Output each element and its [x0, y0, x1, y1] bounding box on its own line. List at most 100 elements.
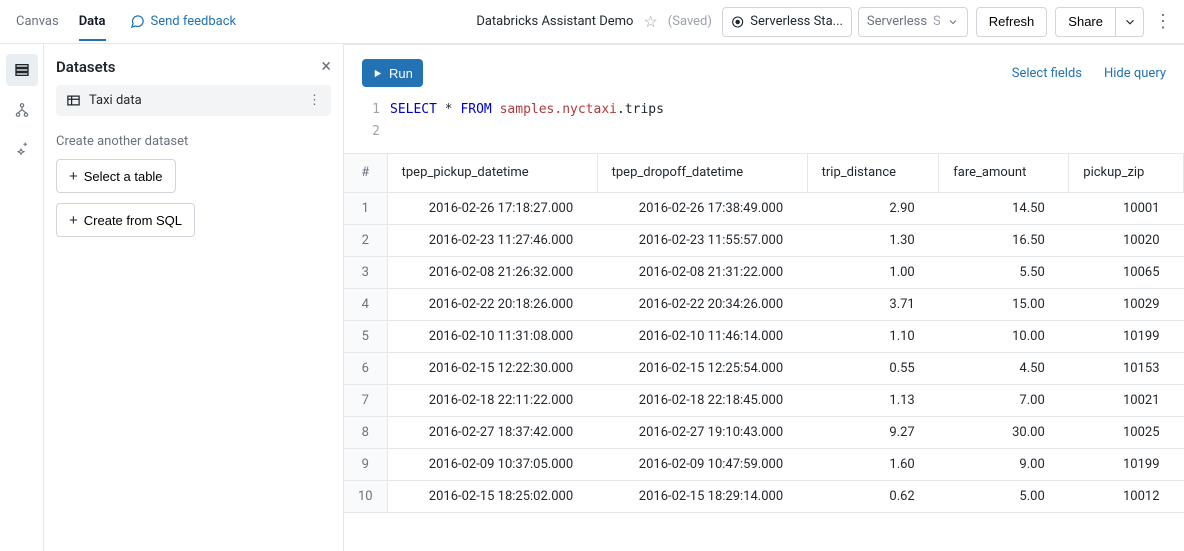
- cell-distance: 1.30: [807, 224, 939, 256]
- line-number: 2: [362, 121, 380, 143]
- refresh-button[interactable]: Refresh: [976, 7, 1048, 37]
- content-area: Run Select fields Hide query 1 2 SELECT …: [344, 44, 1184, 551]
- cell-dropoff: 2016-02-15 18:29:14.000: [597, 480, 807, 512]
- sql-keyword: FROM: [460, 102, 491, 117]
- results-table-wrap[interactable]: # tpep_pickup_datetime tpep_dropoff_date…: [344, 153, 1184, 551]
- more-menu-button[interactable]: ⋮: [1154, 11, 1172, 32]
- table-header-row: # tpep_pickup_datetime tpep_dropoff_date…: [344, 154, 1184, 192]
- cell-fare: 5.50: [939, 256, 1069, 288]
- table-row[interactable]: 72016-02-18 22:11:22.0002016-02-18 22:18…: [344, 384, 1184, 416]
- share-button[interactable]: Share: [1055, 7, 1116, 37]
- cell-distance: 3.71: [807, 288, 939, 320]
- table-row[interactable]: 42016-02-22 20:18:26.0002016-02-22 20:34…: [344, 288, 1184, 320]
- cell-pickup: 2016-02-08 21:26:32.000: [387, 256, 597, 288]
- rail-datasets[interactable]: [6, 54, 38, 86]
- cell-index: 2: [344, 224, 387, 256]
- compute-label: Serverless Sta...: [750, 14, 843, 29]
- run-label: Run: [389, 66, 413, 81]
- cell-zip: 10020: [1069, 224, 1184, 256]
- table-row[interactable]: 102016-02-15 18:25:02.0002016-02-15 18:2…: [344, 480, 1184, 512]
- cell-index: 6: [344, 352, 387, 384]
- cell-zip: 10199: [1069, 448, 1184, 480]
- cell-pickup: 2016-02-26 17:18:27.000: [387, 192, 597, 224]
- chevron-down-icon: [947, 16, 959, 28]
- top-bar: Canvas Data Send feedback Databricks Ass…: [0, 0, 1184, 44]
- create-dataset-hint: Create another dataset: [56, 134, 331, 149]
- compute-selector[interactable]: Serverless Sta...: [722, 7, 852, 37]
- select-fields-link[interactable]: Select fields: [1012, 66, 1082, 81]
- share-button-group: Share: [1055, 7, 1144, 37]
- tab-canvas[interactable]: Canvas: [16, 2, 59, 41]
- sql-table: trips: [625, 102, 664, 117]
- send-feedback-label: Send feedback: [151, 14, 237, 29]
- cell-zip: 10025: [1069, 416, 1184, 448]
- cell-distance: 0.62: [807, 480, 939, 512]
- col-trip-distance[interactable]: trip_distance: [807, 154, 939, 192]
- create-from-sql-button[interactable]: + Create from SQL: [56, 203, 195, 237]
- run-button[interactable]: Run: [362, 59, 423, 87]
- col-dropoff-datetime[interactable]: tpep_dropoff_datetime: [597, 154, 807, 192]
- dataset-item-more-button[interactable]: ⋮: [308, 93, 321, 108]
- cell-fare: 7.00: [939, 384, 1069, 416]
- col-fare-amount[interactable]: fare_amount: [939, 154, 1069, 192]
- saved-status: (Saved): [668, 14, 712, 29]
- rail-add[interactable]: [6, 134, 38, 166]
- results-table: # tpep_pickup_datetime tpep_dropoff_date…: [344, 154, 1184, 513]
- cell-dropoff: 2016-02-10 11:46:14.000: [597, 320, 807, 352]
- list-layout-icon: [14, 62, 30, 78]
- close-panel-button[interactable]: ×: [321, 56, 331, 77]
- dataset-item-taxi[interactable]: Taxi data ⋮: [56, 85, 331, 116]
- compute-detail-label: Serverless: [867, 14, 927, 29]
- cell-index: 4: [344, 288, 387, 320]
- view-tabs: Canvas Data: [16, 2, 106, 41]
- cell-index: 8: [344, 416, 387, 448]
- cell-distance: 1.00: [807, 256, 939, 288]
- rail-schema[interactable]: [6, 94, 38, 126]
- cell-index: 7: [344, 384, 387, 416]
- table-row[interactable]: 12016-02-26 17:18:27.0002016-02-26 17:38…: [344, 192, 1184, 224]
- sql-keyword: SELECT: [390, 102, 437, 117]
- cell-pickup: 2016-02-18 22:11:22.000: [387, 384, 597, 416]
- cell-pickup: 2016-02-15 18:25:02.000: [387, 480, 597, 512]
- hide-query-link[interactable]: Hide query: [1104, 66, 1166, 81]
- cell-zip: 10021: [1069, 384, 1184, 416]
- compute-detail-selector[interactable]: Serverless S: [858, 7, 968, 37]
- cell-fare: 4.50: [939, 352, 1069, 384]
- table-row[interactable]: 62016-02-15 12:22:30.0002016-02-15 12:25…: [344, 352, 1184, 384]
- cell-pickup: 2016-02-23 11:27:46.000: [387, 224, 597, 256]
- query-panel: Run Select fields Hide query 1 2 SELECT …: [344, 44, 1184, 153]
- chevron-down-icon: [1123, 15, 1137, 29]
- table-row[interactable]: 82016-02-27 18:37:42.0002016-02-27 19:10…: [344, 416, 1184, 448]
- cell-distance: 2.90: [807, 192, 939, 224]
- table-row[interactable]: 22016-02-23 11:27:46.0002016-02-23 11:55…: [344, 224, 1184, 256]
- select-table-button[interactable]: + Select a table: [56, 159, 176, 193]
- create-from-sql-label: Create from SQL: [84, 213, 182, 228]
- cell-zip: 10001: [1069, 192, 1184, 224]
- star-icon[interactable]: ☆: [643, 12, 657, 31]
- cell-fare: 15.00: [939, 288, 1069, 320]
- col-pickup-datetime[interactable]: tpep_pickup_datetime: [387, 154, 597, 192]
- cell-pickup: 2016-02-15 12:22:30.000: [387, 352, 597, 384]
- share-caret-button[interactable]: [1116, 7, 1144, 37]
- cell-fare: 16.50: [939, 224, 1069, 256]
- page-title: Databricks Assistant Demo: [476, 14, 633, 29]
- dataset-item-label: Taxi data: [89, 93, 142, 108]
- send-feedback-link[interactable]: Send feedback: [130, 14, 237, 29]
- table-row[interactable]: 52016-02-10 11:31:08.0002016-02-10 11:46…: [344, 320, 1184, 352]
- table-row[interactable]: 92016-02-09 10:37:05.0002016-02-09 10:47…: [344, 448, 1184, 480]
- col-index[interactable]: #: [344, 154, 387, 192]
- sql-editor[interactable]: 1 2 SELECT * FROM samples.nyctaxi.trips: [362, 99, 1166, 143]
- tab-data[interactable]: Data: [79, 2, 106, 41]
- line-gutter: 1 2: [362, 99, 390, 143]
- cell-distance: 9.27: [807, 416, 939, 448]
- compute-size-label: S: [933, 14, 941, 29]
- cell-zip: 10012: [1069, 480, 1184, 512]
- line-number: 1: [362, 99, 380, 121]
- table-row[interactable]: 32016-02-08 21:26:32.0002016-02-08 21:31…: [344, 256, 1184, 288]
- col-pickup-zip[interactable]: pickup_zip: [1069, 154, 1184, 192]
- table-icon: [66, 93, 81, 108]
- datasets-panel: Datasets × Taxi data ⋮ Create another da…: [44, 44, 344, 551]
- cell-index: 9: [344, 448, 387, 480]
- sql-line: SELECT * FROM samples.nyctaxi.trips: [390, 99, 664, 143]
- cell-dropoff: 2016-02-15 12:25:54.000: [597, 352, 807, 384]
